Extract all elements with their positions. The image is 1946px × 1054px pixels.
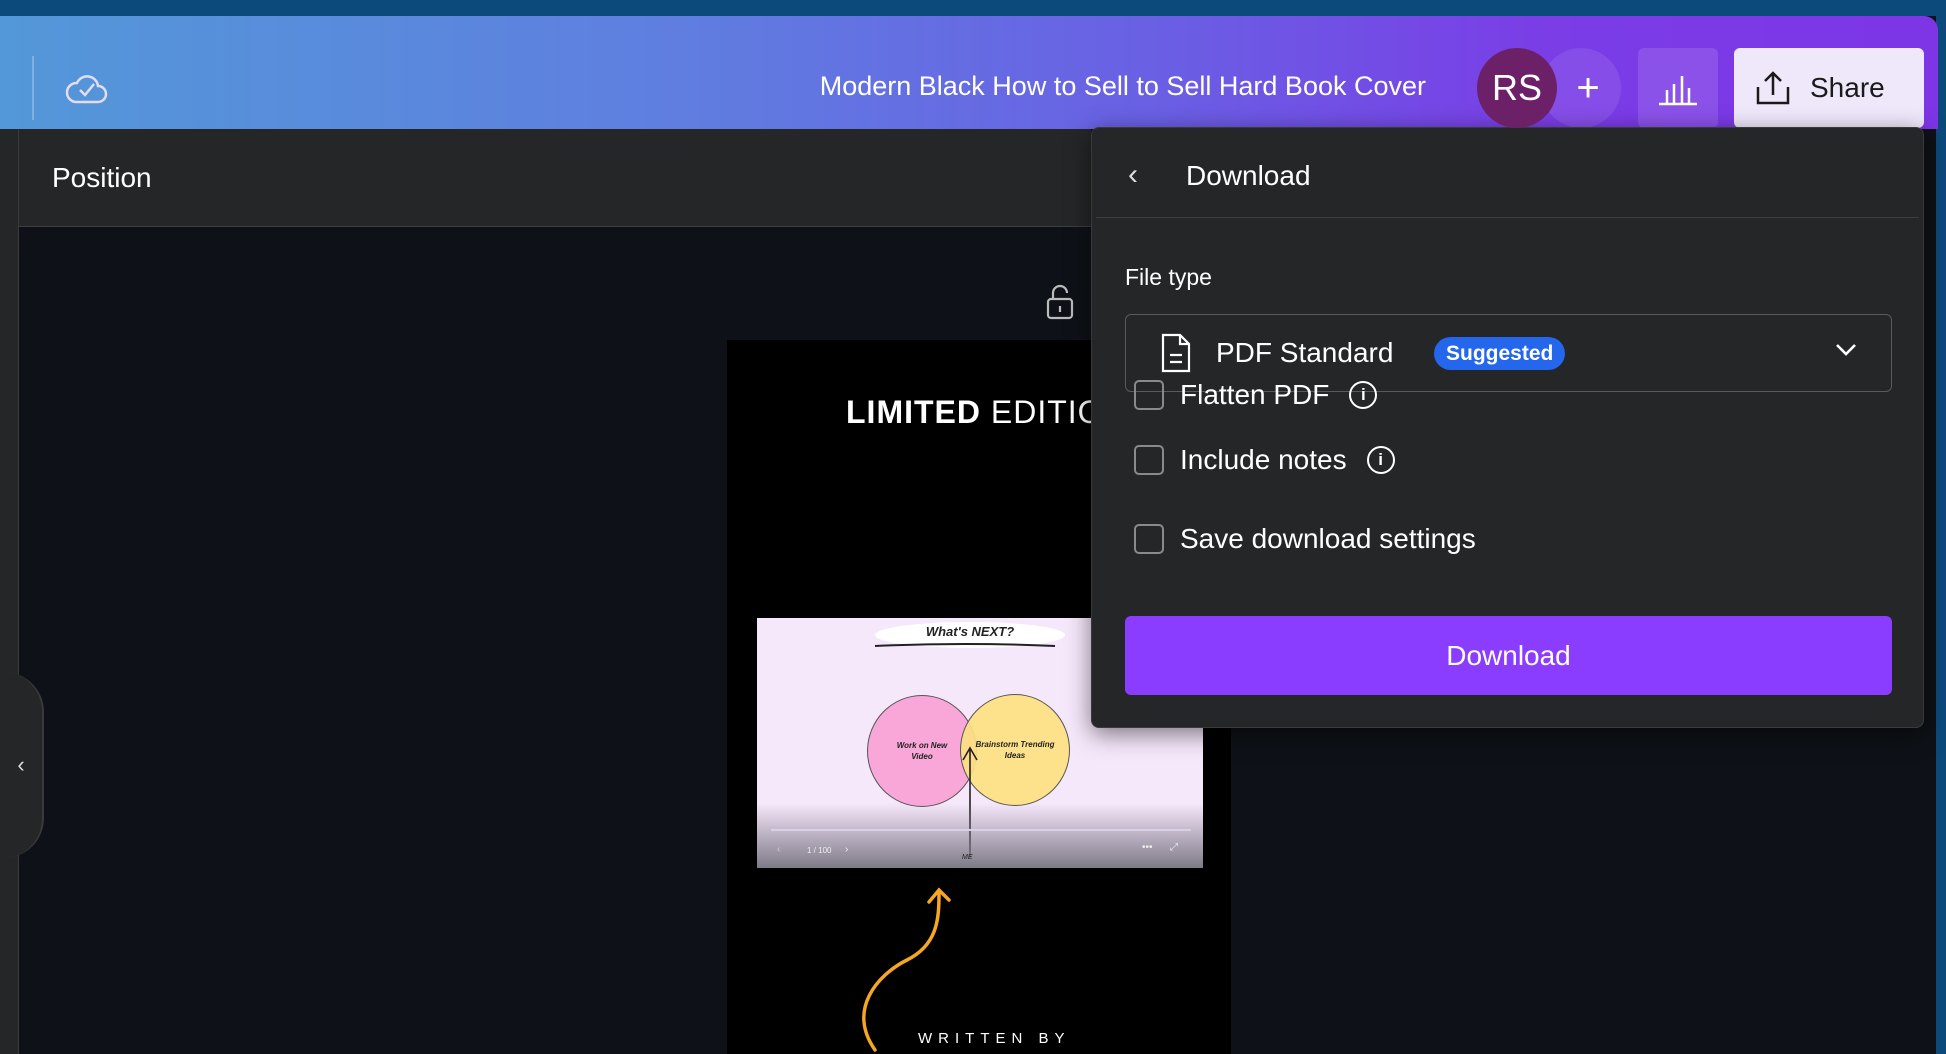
window-right-band	[1936, 0, 1946, 1054]
share-upload-icon	[1756, 71, 1790, 105]
sidebar-strip	[0, 129, 19, 1054]
curved-arrow-icon	[862, 887, 951, 1052]
divider	[1096, 217, 1919, 218]
pointer-label: ME	[962, 854, 973, 861]
unlock-icon[interactable]	[1046, 284, 1074, 320]
flatten-pdf-option[interactable]: Flatten PDF i	[1134, 379, 1378, 411]
video-controls	[757, 803, 1203, 868]
document-title[interactable]: Modern Black How to Sell to Sell Hard Bo…	[700, 71, 1426, 102]
document-icon	[1161, 333, 1191, 373]
top-toolbar: Modern Black How to Sell to Sell Hard Bo…	[0, 16, 1938, 129]
option-label: Include notes	[1180, 444, 1347, 475]
include-notes-checkbox[interactable]	[1134, 445, 1164, 475]
analytics-button[interactable]	[1638, 48, 1718, 128]
window-top-band	[0, 0, 1946, 16]
download-panel: ‹ Download File type PDF Standard Sugges…	[1091, 127, 1924, 728]
written-by-text: WRITTEN BY	[918, 1030, 1071, 1047]
option-label: Save download settings	[1180, 523, 1476, 554]
collapse-panel-button[interactable]: ‹	[0, 672, 44, 858]
page-heading: LIMITED EDITIO	[846, 394, 1104, 430]
include-notes-option[interactable]: Include notes i	[1134, 444, 1395, 476]
cloud-check-icon[interactable]	[64, 68, 108, 108]
page-counter: 1 / 100	[807, 846, 832, 855]
suggested-badge: Suggested	[1434, 337, 1566, 370]
save-settings-checkbox[interactable]	[1134, 524, 1164, 554]
share-button[interactable]: Share	[1734, 48, 1924, 128]
analytics-icon	[1659, 76, 1697, 106]
chevron-left-icon: ‹	[17, 752, 25, 777]
save-settings-option[interactable]: Save download settings	[1134, 523, 1476, 555]
video-progress[interactable]	[771, 829, 1191, 831]
panel-title: Download	[1186, 160, 1311, 191]
position-panel-header	[19, 129, 1091, 227]
fullscreen-icon[interactable]: ⤢	[1170, 842, 1178, 853]
info-icon[interactable]: i	[1366, 446, 1395, 474]
share-label: Share	[1810, 72, 1885, 103]
selected-file-type: PDF Standard	[1216, 337, 1394, 368]
flatten-pdf-checkbox[interactable]	[1134, 380, 1164, 410]
panel-title: Position	[52, 162, 152, 193]
chevron-down-icon	[1836, 344, 1856, 356]
divider	[32, 56, 34, 120]
back-chevron-icon[interactable]: ‹	[1128, 158, 1138, 192]
more-icon[interactable]: •••	[1142, 842, 1153, 853]
next-icon[interactable]: ›	[845, 844, 848, 855]
download-button[interactable]: Download	[1125, 616, 1892, 695]
prev-icon[interactable]: ‹	[777, 844, 780, 855]
info-icon[interactable]: i	[1349, 381, 1378, 409]
option-label: Flatten PDF	[1180, 379, 1330, 410]
avatar[interactable]: RS	[1477, 48, 1557, 128]
file-type-label: File type	[1125, 264, 1212, 290]
